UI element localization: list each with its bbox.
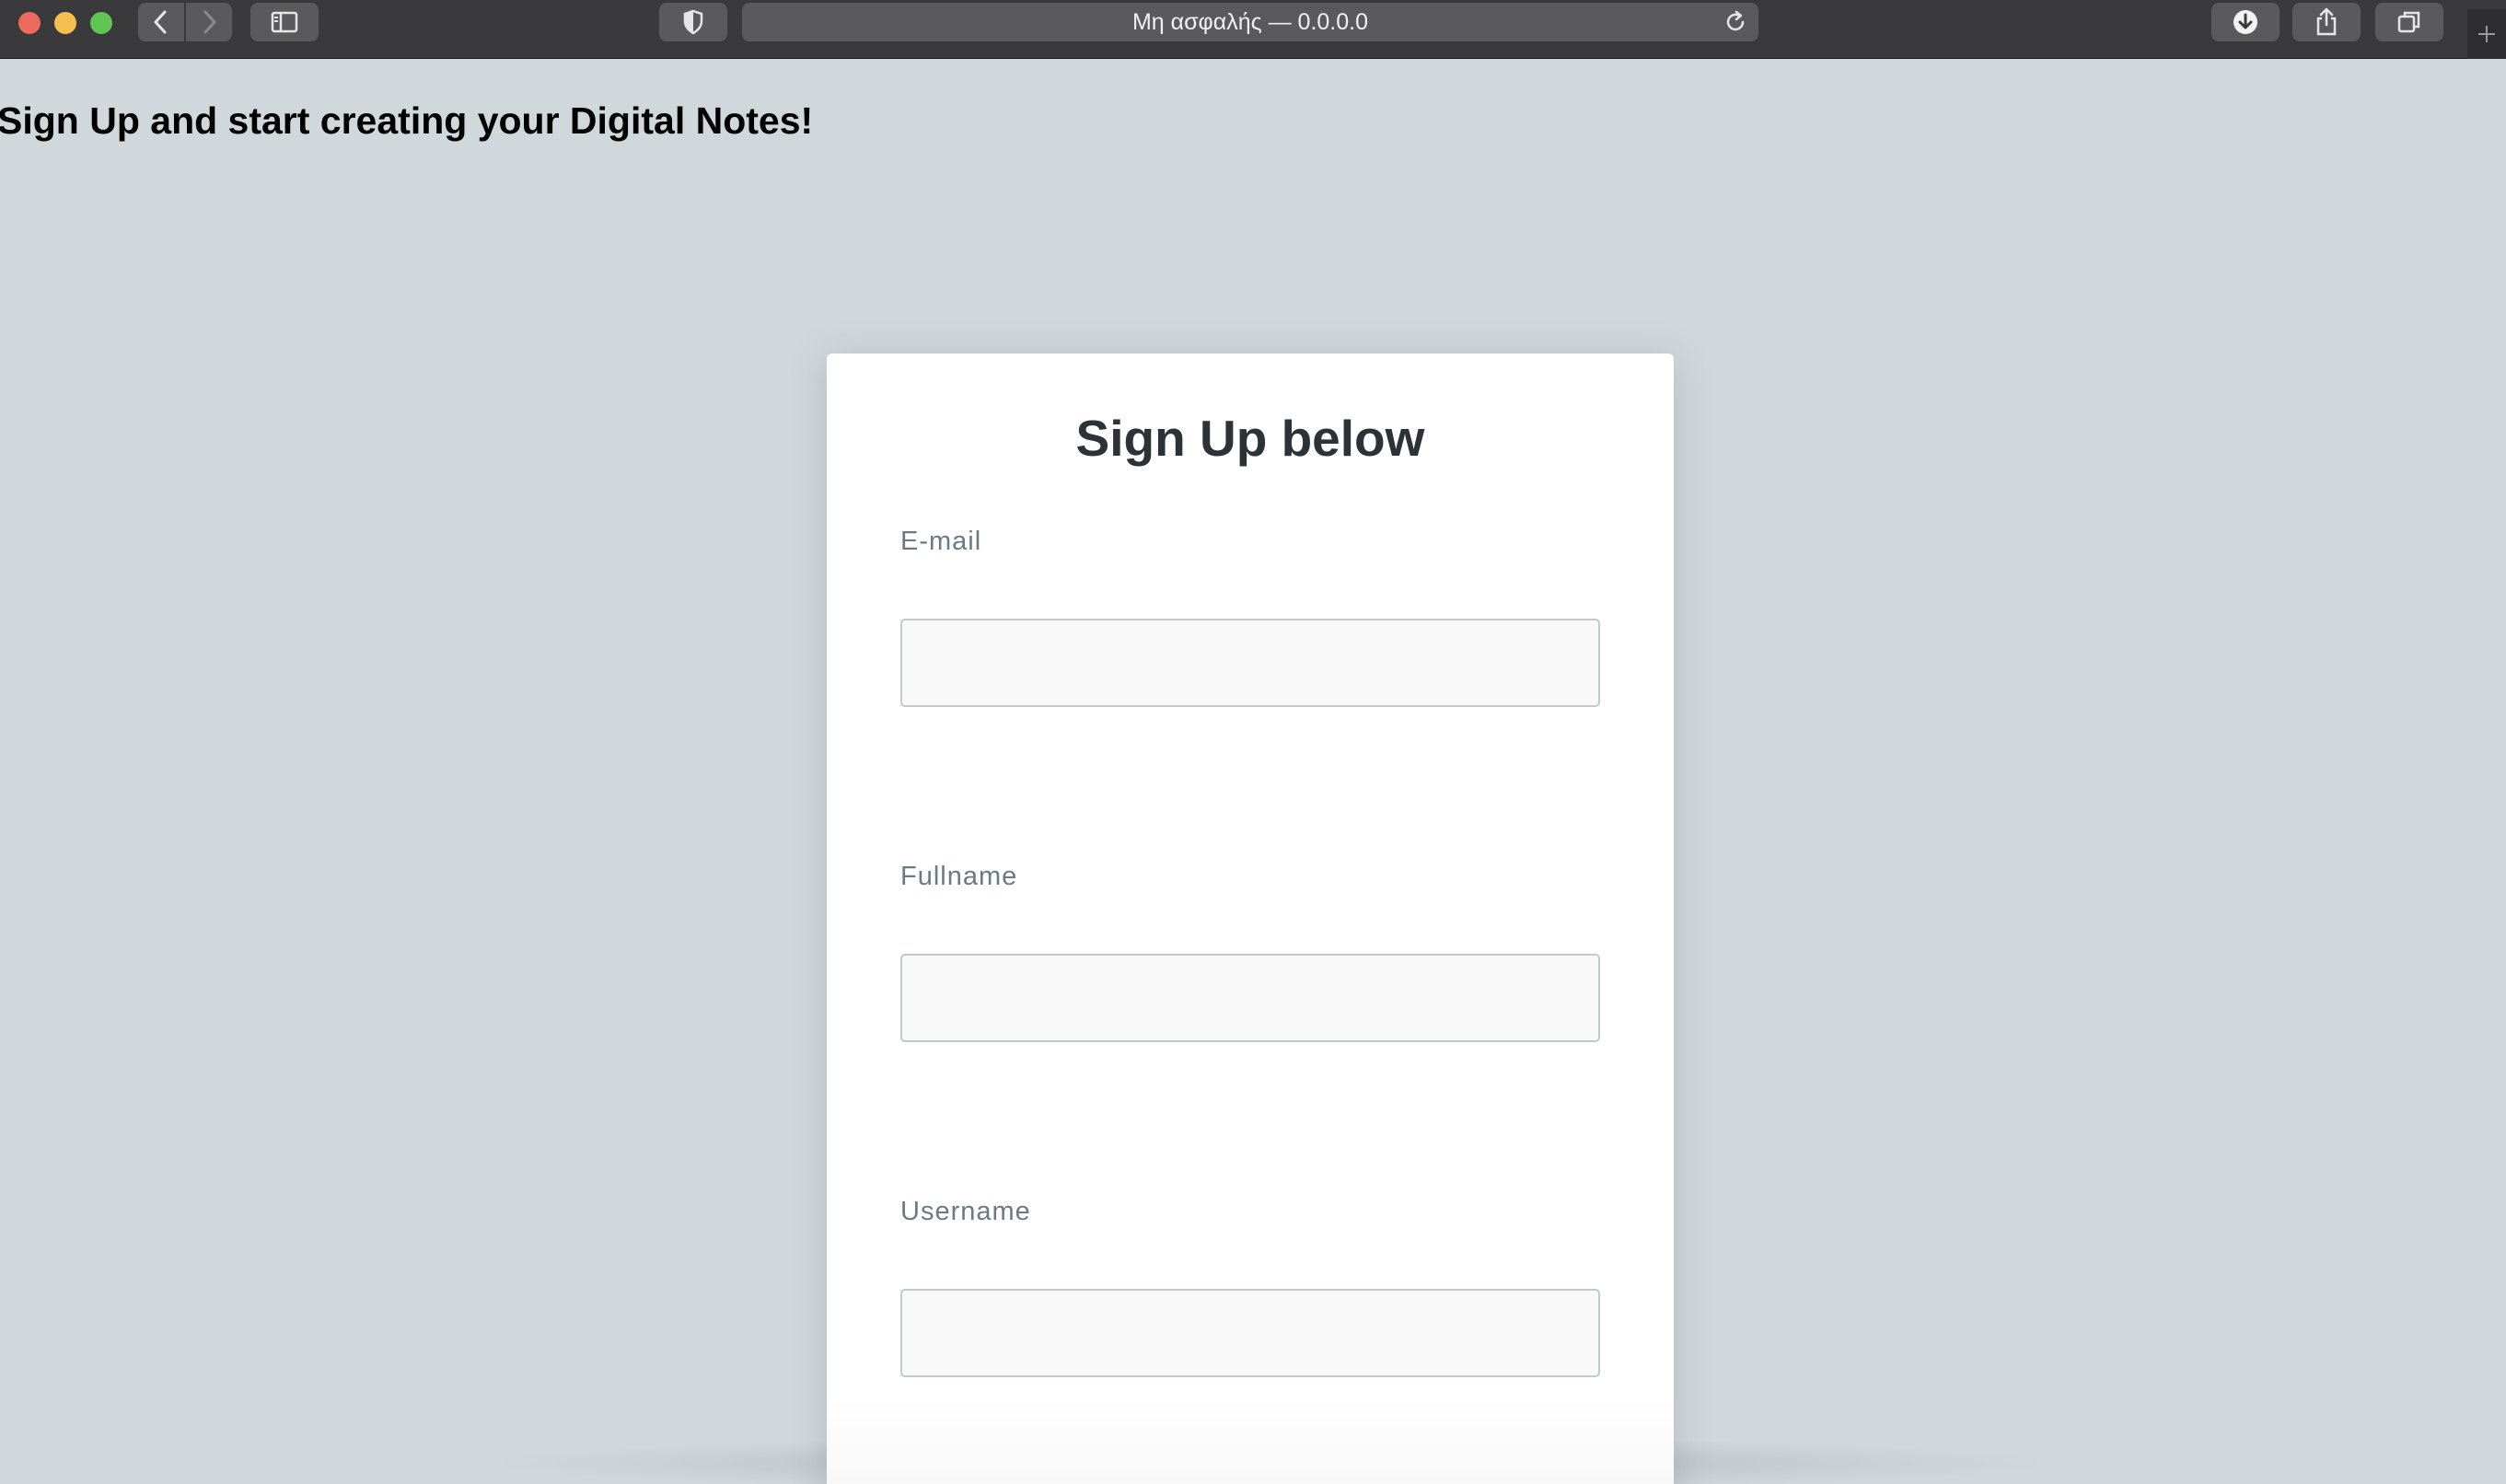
back-button[interactable]: [138, 3, 184, 41]
close-window-button[interactable]: [18, 12, 41, 34]
minimize-window-button[interactable]: [54, 12, 76, 34]
reload-icon[interactable]: [1723, 10, 1747, 41]
downloads-button[interactable]: [2211, 3, 2280, 41]
plus-icon: [2478, 26, 2495, 42]
sidebar-toggle-button[interactable]: [250, 3, 319, 41]
tabs-overview-icon: [2397, 11, 2420, 33]
privacy-report-button[interactable]: [659, 3, 727, 41]
email-label: E-mail: [900, 527, 982, 556]
email-field[interactable]: [900, 619, 1600, 707]
new-tab-button[interactable]: [2467, 9, 2506, 59]
browser-toolbar: Μη ασφαλής — 0.0.0.0: [0, 0, 2506, 59]
share-button[interactable]: [2292, 3, 2361, 41]
page-heading: Sign Up and start creating your Digital …: [0, 99, 814, 142]
chevron-right-icon: [203, 10, 216, 34]
shield-icon: [683, 9, 703, 35]
username-label: Username: [900, 1197, 1031, 1226]
sidebar-icon: [271, 11, 298, 33]
share-icon: [2316, 7, 2337, 36]
download-icon: [2233, 10, 2257, 34]
forward-button[interactable]: [186, 3, 232, 41]
signup-title: Sign Up below: [1075, 410, 1425, 467]
card-bottom-fade: [827, 1399, 1674, 1484]
fullname-label: Fullname: [900, 862, 1018, 891]
fullname-field[interactable]: [900, 954, 1600, 1042]
zoom-window-button[interactable]: [90, 12, 112, 34]
signup-card: Sign Up below E-mail Fullname Username: [827, 354, 1674, 1484]
address-bar[interactable]: Μη ασφαλής — 0.0.0.0: [742, 3, 1758, 41]
chevron-left-icon: [154, 10, 167, 34]
address-text: Μη ασφαλής — 0.0.0.0: [1131, 8, 1369, 35]
username-field[interactable]: [900, 1289, 1600, 1377]
tab-overview-button[interactable]: [2375, 3, 2443, 41]
